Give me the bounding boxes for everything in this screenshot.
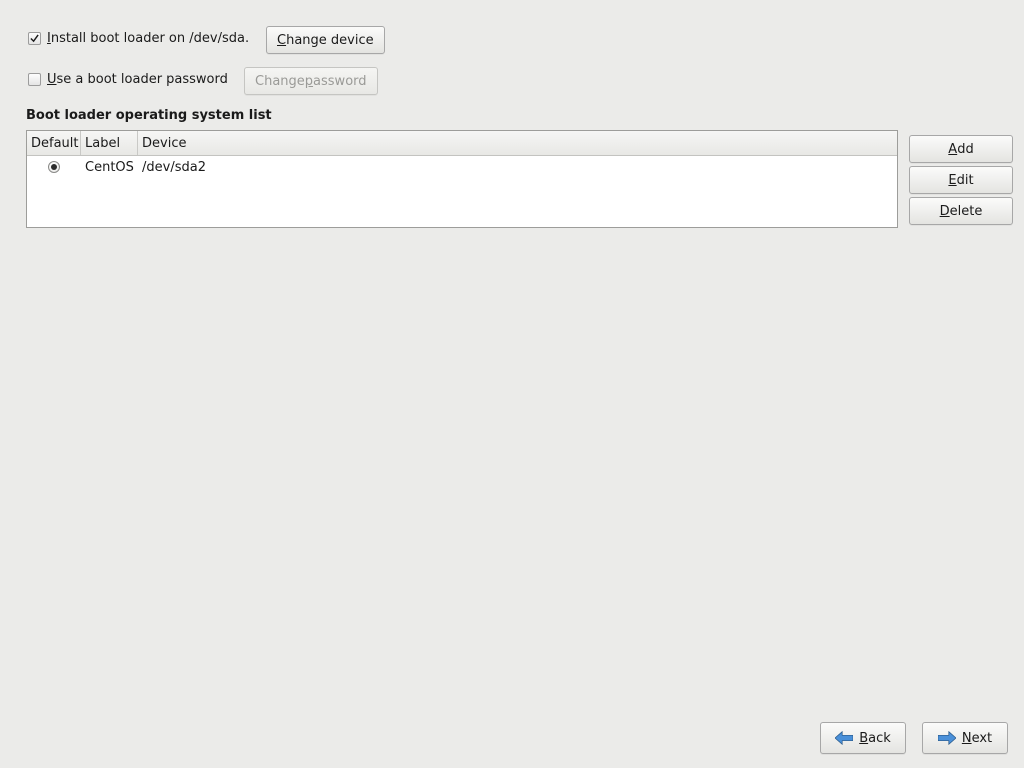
os-table[interactable]: Default Label Device CentOS /dev/sda2	[26, 130, 898, 228]
column-header-device[interactable]: Device	[138, 131, 897, 155]
table-row[interactable]: CentOS /dev/sda2	[27, 156, 897, 178]
side-buttons: Add Edit Delete	[909, 135, 991, 225]
device-cell: /dev/sda2	[138, 160, 897, 175]
os-table-header: Default Label Device	[27, 131, 897, 156]
install-bootloader-label[interactable]: Install boot loader on /dev/sda.	[47, 31, 249, 46]
use-password-checkbox[interactable]	[28, 73, 41, 86]
default-radio[interactable]	[48, 161, 60, 173]
change-password-button: Change password	[244, 67, 378, 95]
default-cell[interactable]	[27, 161, 81, 173]
delete-button[interactable]: Delete	[909, 197, 1013, 225]
footer-nav: Back Next	[820, 722, 1008, 754]
use-password-label[interactable]: Use a boot loader password	[47, 72, 228, 87]
change-device-button[interactable]: Change device	[266, 26, 385, 54]
next-button[interactable]: Next	[922, 722, 1008, 754]
arrow-left-icon	[835, 731, 853, 745]
arrow-right-icon	[938, 731, 956, 745]
back-button[interactable]: Back	[820, 722, 906, 754]
column-header-default[interactable]: Default	[27, 131, 81, 155]
next-button-label: Next	[962, 731, 992, 746]
install-bootloader-row: Install boot loader on /dev/sda.	[28, 31, 249, 46]
install-bootloader-checkbox[interactable]	[28, 32, 41, 45]
label-cell: CentOS	[81, 160, 138, 175]
edit-button[interactable]: Edit	[909, 166, 1013, 194]
column-header-label[interactable]: Label	[81, 131, 138, 155]
add-button[interactable]: Add	[909, 135, 1013, 163]
back-button-label: Back	[859, 731, 891, 746]
os-list-title: Boot loader operating system list	[26, 108, 272, 123]
use-password-row: Use a boot loader password	[28, 72, 228, 87]
